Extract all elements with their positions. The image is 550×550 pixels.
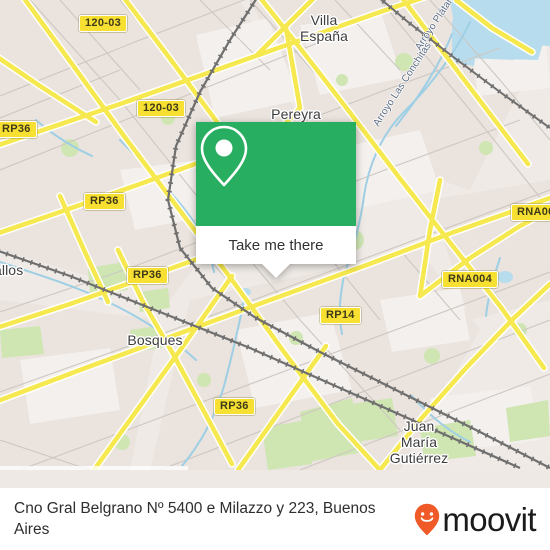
road-shield[interactable]: 120-03 <box>79 15 128 32</box>
take-me-there-label: Take me there <box>228 236 324 254</box>
moovit-logo[interactable]: moovit <box>414 500 537 538</box>
take-me-there-button[interactable]: Take me there <box>196 226 356 264</box>
map-pin-icon <box>200 125 248 187</box>
location-popup[interactable]: Take me there <box>196 122 356 278</box>
address-text: Cno Gral Belgrano Nº 5400 e Milazzo y 22… <box>14 500 376 538</box>
map-screenshot: Pereyra Villa España Bosques Juan María … <box>0 0 550 550</box>
osm-attribution[interactable]: © OpenStreetMap contributors <box>0 466 188 470</box>
road-shield[interactable]: 120-03 <box>137 100 186 117</box>
moovit-wordmark: moovit <box>442 500 536 538</box>
moovit-pin-icon <box>414 503 440 536</box>
popup-pointer <box>262 264 290 278</box>
road-shield[interactable]: RP36 <box>0 121 37 138</box>
road-shield[interactable]: RP36 <box>214 398 255 415</box>
map-canvas[interactable]: Pereyra Villa España Bosques Juan María … <box>0 0 550 470</box>
road-shield[interactable]: RP14 <box>320 307 361 324</box>
popup-header <box>196 122 356 226</box>
road-shield[interactable]: RP36 <box>84 193 125 210</box>
footer-bar: Cno Gral Belgrano Nº 5400 e Milazzo y 22… <box>0 488 550 550</box>
road-shield[interactable]: RNA004 <box>442 271 498 288</box>
road-shield[interactable]: RNA004 <box>511 204 550 221</box>
road-shield[interactable]: RP36 <box>127 267 168 284</box>
